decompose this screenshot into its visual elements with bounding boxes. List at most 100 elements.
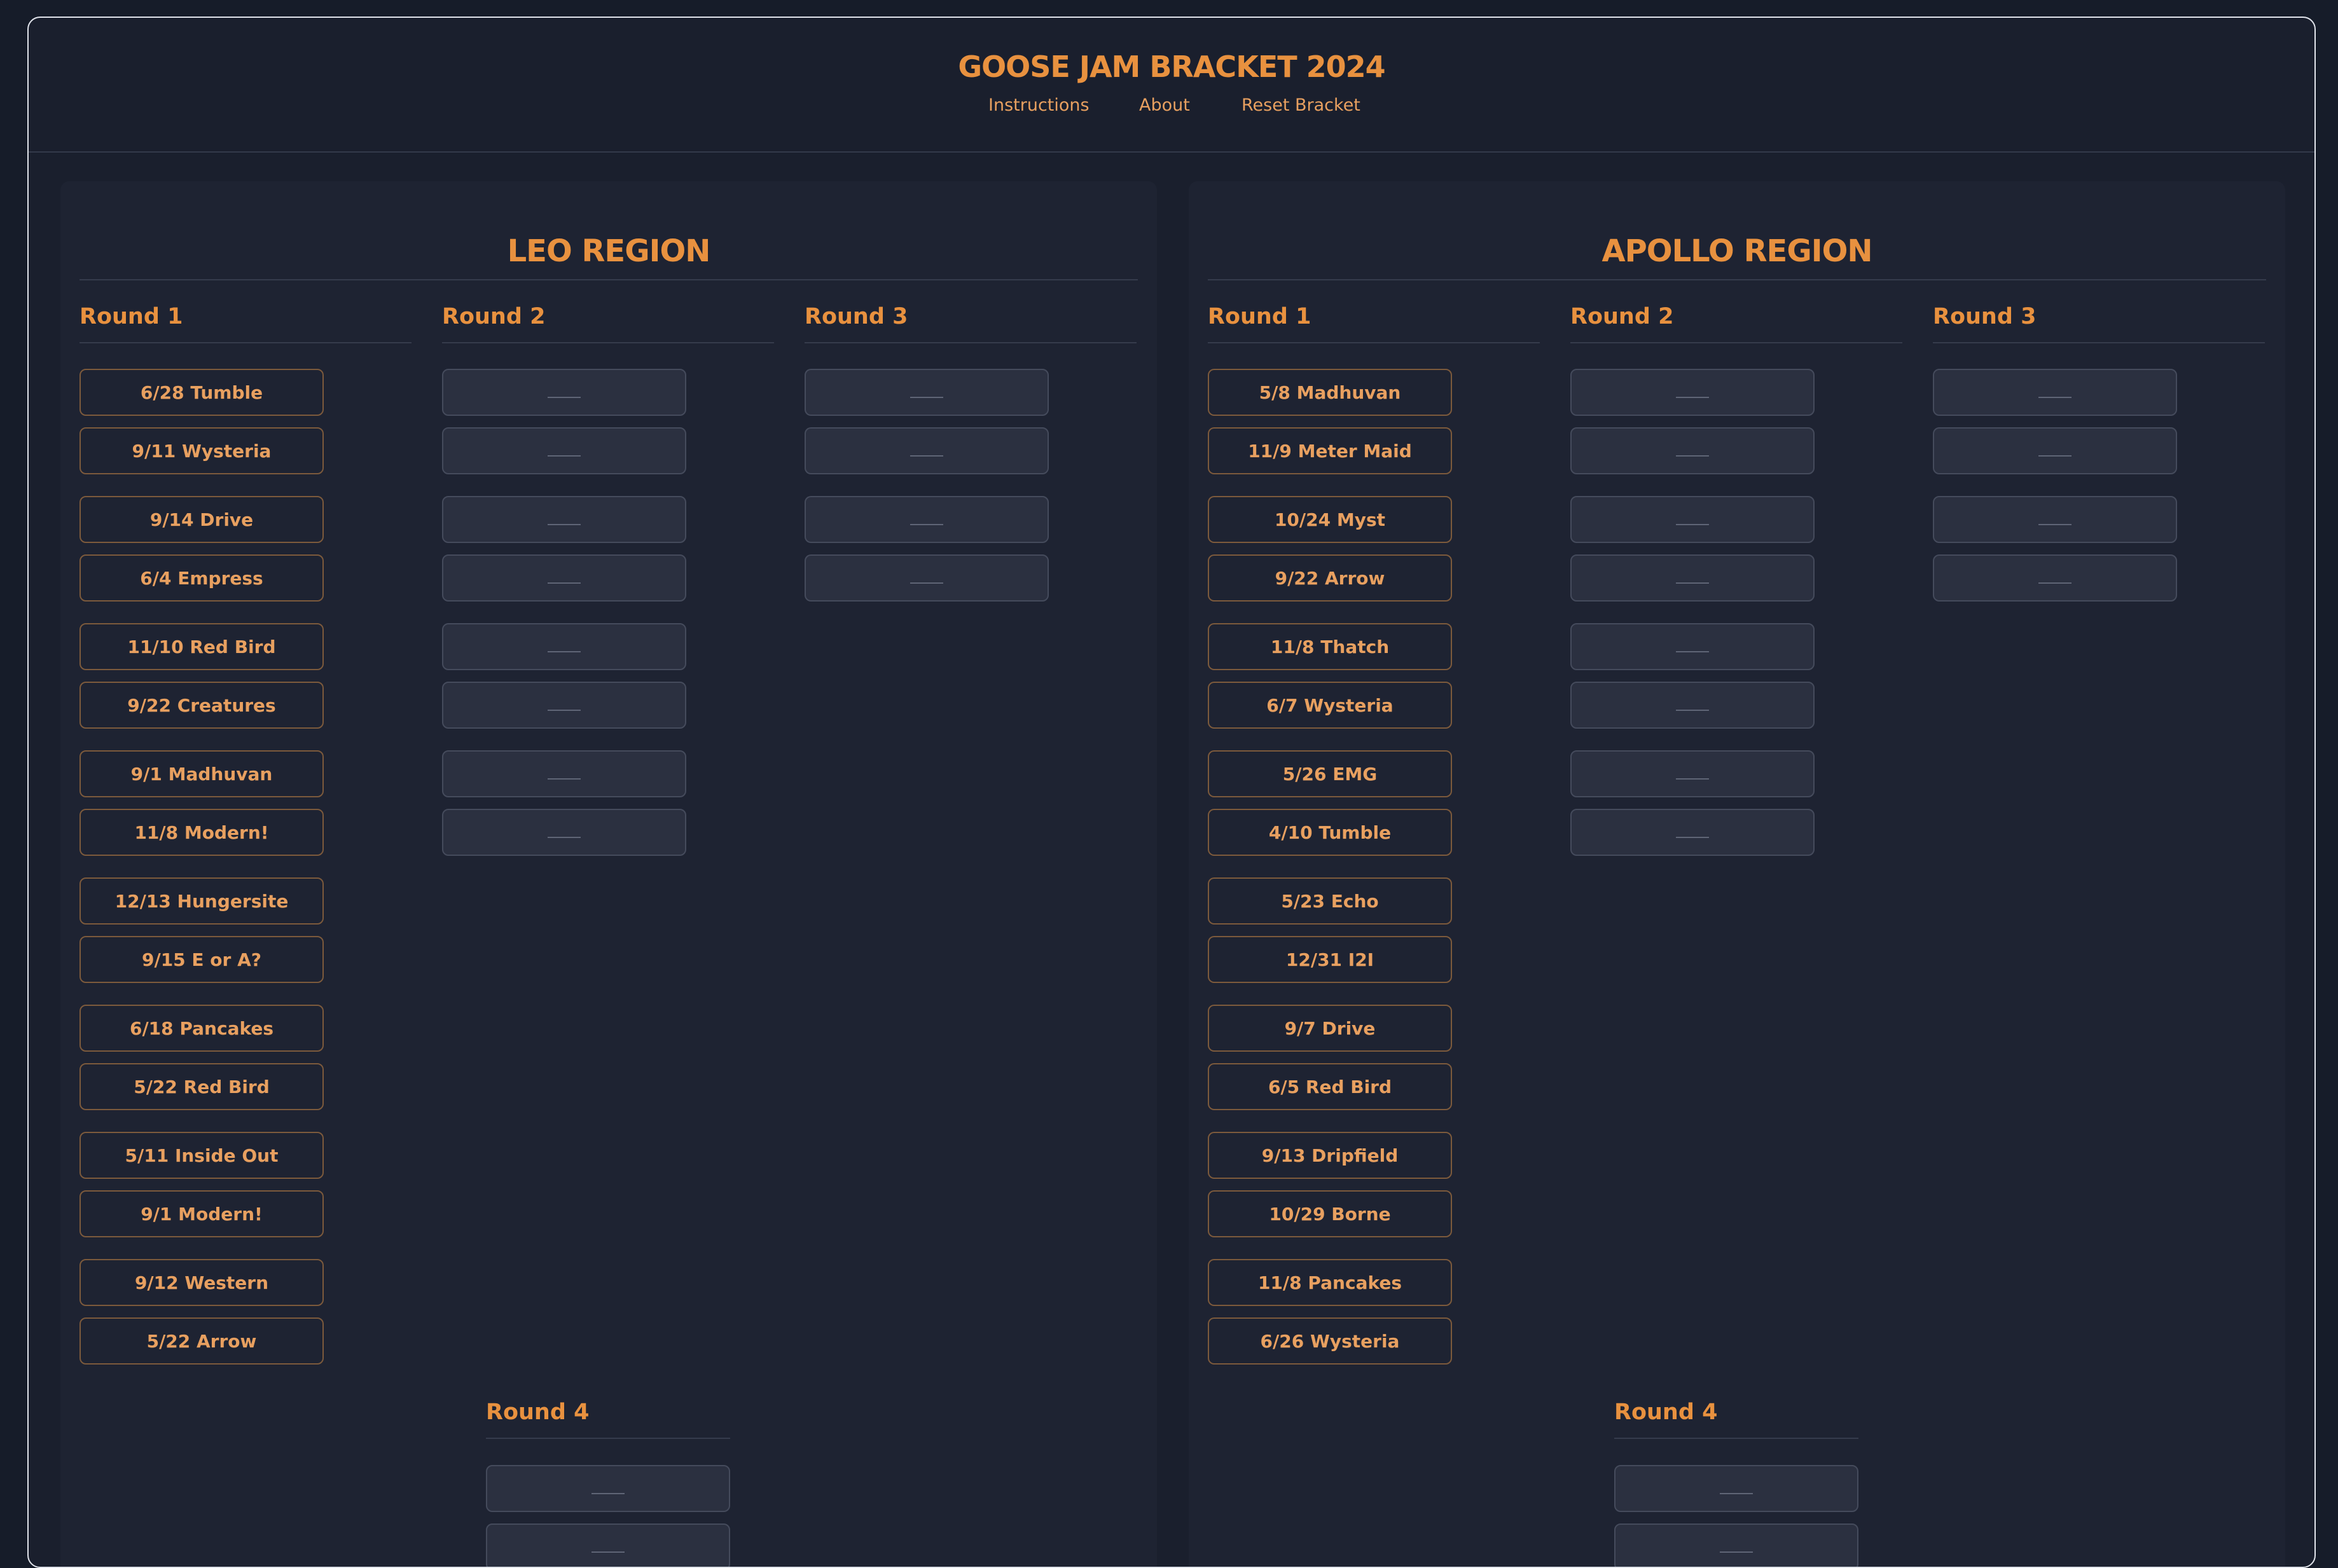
- about-link[interactable]: About: [1139, 95, 1190, 115]
- round-1-team-slot[interactable]: 10/24 Myst: [1208, 496, 1452, 543]
- round-1-team-slot[interactable]: 9/12 Western: [80, 1259, 324, 1306]
- round-4-heading: Round 4: [1614, 1400, 1858, 1439]
- round-1-heading: Round 1: [80, 304, 412, 343]
- round-2-empty-slot[interactable]: [442, 496, 686, 543]
- region-apollo: APOLLO REGION Round 1 Round 2 Round 3 5/…: [1189, 181, 2285, 1567]
- empty-slot-placeholder: [548, 778, 581, 780]
- round-2-empty-slot[interactable]: [1570, 682, 1815, 729]
- round-1-team-slot[interactable]: 6/18 Pancakes: [80, 1005, 324, 1052]
- round-2-empty-slot[interactable]: [442, 554, 686, 602]
- empty-slot-placeholder: [2038, 582, 2072, 584]
- round-4-heading: Round 4: [486, 1400, 730, 1439]
- round-2-empty-slot[interactable]: [1570, 427, 1815, 474]
- empty-slot-placeholder: [1676, 582, 1709, 584]
- round-3-empty-slot[interactable]: [1933, 427, 2177, 474]
- app-frame: GOOSE JAM BRACKET 2024 Instructions Abou…: [27, 17, 2316, 1568]
- round-1-team-slot[interactable]: 6/5 Red Bird: [1208, 1063, 1452, 1110]
- empty-slot-placeholder: [910, 582, 943, 584]
- round-1-team-slot[interactable]: 6/4 Empress: [80, 554, 324, 602]
- round-4-empty-slot[interactable]: [1614, 1465, 1858, 1512]
- round-1-team-slot[interactable]: 11/9 Meter Maid: [1208, 427, 1452, 474]
- instructions-link[interactable]: Instructions: [988, 95, 1089, 115]
- round-2-empty-slot[interactable]: [442, 623, 686, 670]
- round-1-team-slot[interactable]: 9/13 Dripfield: [1208, 1132, 1452, 1179]
- round-3-empty-slot[interactable]: [1933, 369, 2177, 416]
- round-1-team-slot[interactable]: 9/15 E or A?: [80, 936, 324, 983]
- round-1-team-slot[interactable]: 11/8 Modern!: [80, 809, 324, 856]
- empty-slot-placeholder: [2038, 397, 2072, 398]
- round-2-empty-slot[interactable]: [1570, 750, 1815, 797]
- round-1-team-slot[interactable]: 9/1 Modern!: [80, 1190, 324, 1237]
- round-2-empty-slot[interactable]: [1570, 369, 1815, 416]
- header: GOOSE JAM BRACKET 2024 Instructions Abou…: [29, 18, 2314, 153]
- round-3-empty-slot[interactable]: [1933, 554, 2177, 602]
- empty-slot-placeholder: [548, 582, 581, 584]
- round-1-team-slot[interactable]: 11/10 Red Bird: [80, 623, 324, 670]
- round-1-team-slot[interactable]: 4/10 Tumble: [1208, 809, 1452, 856]
- empty-slot-placeholder: [2038, 524, 2072, 525]
- round-3-empty-slot[interactable]: [805, 496, 1049, 543]
- round-4-empty-slot[interactable]: [1614, 1523, 1858, 1567]
- round-1-team-slot[interactable]: 9/11 Wysteria: [80, 427, 324, 474]
- empty-slot-placeholder: [1720, 1551, 1753, 1553]
- empty-slot-placeholder: [1720, 1493, 1753, 1494]
- round-3-empty-slot[interactable]: [805, 369, 1049, 416]
- round-1-team-slot[interactable]: 5/26 EMG: [1208, 750, 1452, 797]
- round-1-team-slot[interactable]: 9/7 Drive: [1208, 1005, 1452, 1052]
- round-1-team-slot[interactable]: 9/22 Creatures: [80, 682, 324, 729]
- page-title: GOOSE JAM BRACKET 2024: [958, 50, 1385, 84]
- reset-bracket-link[interactable]: Reset Bracket: [1242, 95, 1360, 115]
- round-1-team-slot[interactable]: 6/28 Tumble: [80, 369, 324, 416]
- region-title: LEO REGION: [80, 233, 1138, 280]
- round-1-team-slot[interactable]: 5/8 Madhuvan: [1208, 369, 1452, 416]
- round-1-team-slot[interactable]: 11/8 Thatch: [1208, 623, 1452, 670]
- round-4-empty-slot[interactable]: [486, 1465, 730, 1512]
- round-1-heading: Round 1: [1208, 304, 1540, 343]
- empty-slot-placeholder: [591, 1493, 625, 1494]
- round-1-team-slot[interactable]: 11/8 Pancakes: [1208, 1259, 1452, 1306]
- round-2-empty-slot[interactable]: [1570, 809, 1815, 856]
- round-1-team-slot[interactable]: 10/29 Borne: [1208, 1190, 1452, 1237]
- empty-slot-placeholder: [548, 455, 581, 457]
- round-1-team-slot[interactable]: 12/13 Hungersite: [80, 877, 324, 925]
- empty-slot-placeholder: [591, 1551, 625, 1553]
- round-1-team-slot[interactable]: 9/22 Arrow: [1208, 554, 1452, 602]
- round-2-empty-slot[interactable]: [442, 369, 686, 416]
- empty-slot-placeholder: [910, 397, 943, 398]
- round-1-team-slot[interactable]: 5/11 Inside Out: [80, 1132, 324, 1179]
- round-1-team-slot[interactable]: 6/7 Wysteria: [1208, 682, 1452, 729]
- empty-slot-placeholder: [1676, 524, 1709, 525]
- round-3-empty-slot[interactable]: [805, 427, 1049, 474]
- empty-slot-placeholder: [1676, 778, 1709, 780]
- round-4-empty-slot[interactable]: [486, 1523, 730, 1567]
- round-2-empty-slot[interactable]: [1570, 554, 1815, 602]
- empty-slot-placeholder: [548, 710, 581, 711]
- empty-slot-placeholder: [548, 524, 581, 525]
- empty-slot-placeholder: [2038, 455, 2072, 457]
- round-1-team-slot[interactable]: 9/1 Madhuvan: [80, 750, 324, 797]
- round-2-empty-slot[interactable]: [1570, 623, 1815, 670]
- empty-slot-placeholder: [1676, 397, 1709, 398]
- empty-slot-placeholder: [910, 524, 943, 525]
- empty-slot-placeholder: [1676, 455, 1709, 457]
- round-2-heading: Round 2: [1570, 304, 1902, 343]
- round-3-empty-slot[interactable]: [1933, 496, 2177, 543]
- round-2-empty-slot[interactable]: [1570, 496, 1815, 543]
- round-2-empty-slot[interactable]: [442, 750, 686, 797]
- empty-slot-placeholder: [548, 651, 581, 652]
- round-1-team-slot[interactable]: 6/26 Wysteria: [1208, 1317, 1452, 1365]
- round-2-empty-slot[interactable]: [442, 427, 686, 474]
- round-2-empty-slot[interactable]: [442, 809, 686, 856]
- empty-slot-placeholder: [1676, 837, 1709, 838]
- empty-slot-placeholder: [548, 397, 581, 398]
- round-1-team-slot[interactable]: 12/31 I2I: [1208, 936, 1452, 983]
- round-2-empty-slot[interactable]: [442, 682, 686, 729]
- empty-slot-placeholder: [1676, 651, 1709, 652]
- round-1-team-slot[interactable]: 9/14 Drive: [80, 496, 324, 543]
- round-3-empty-slot[interactable]: [805, 554, 1049, 602]
- round-1-team-slot[interactable]: 5/22 Arrow: [80, 1317, 324, 1365]
- region-leo: LEO REGION Round 1 Round 2 Round 3 6/28 …: [60, 181, 1157, 1567]
- empty-slot-placeholder: [1676, 710, 1709, 711]
- round-1-team-slot[interactable]: 5/23 Echo: [1208, 877, 1452, 925]
- round-1-team-slot[interactable]: 5/22 Red Bird: [80, 1063, 324, 1110]
